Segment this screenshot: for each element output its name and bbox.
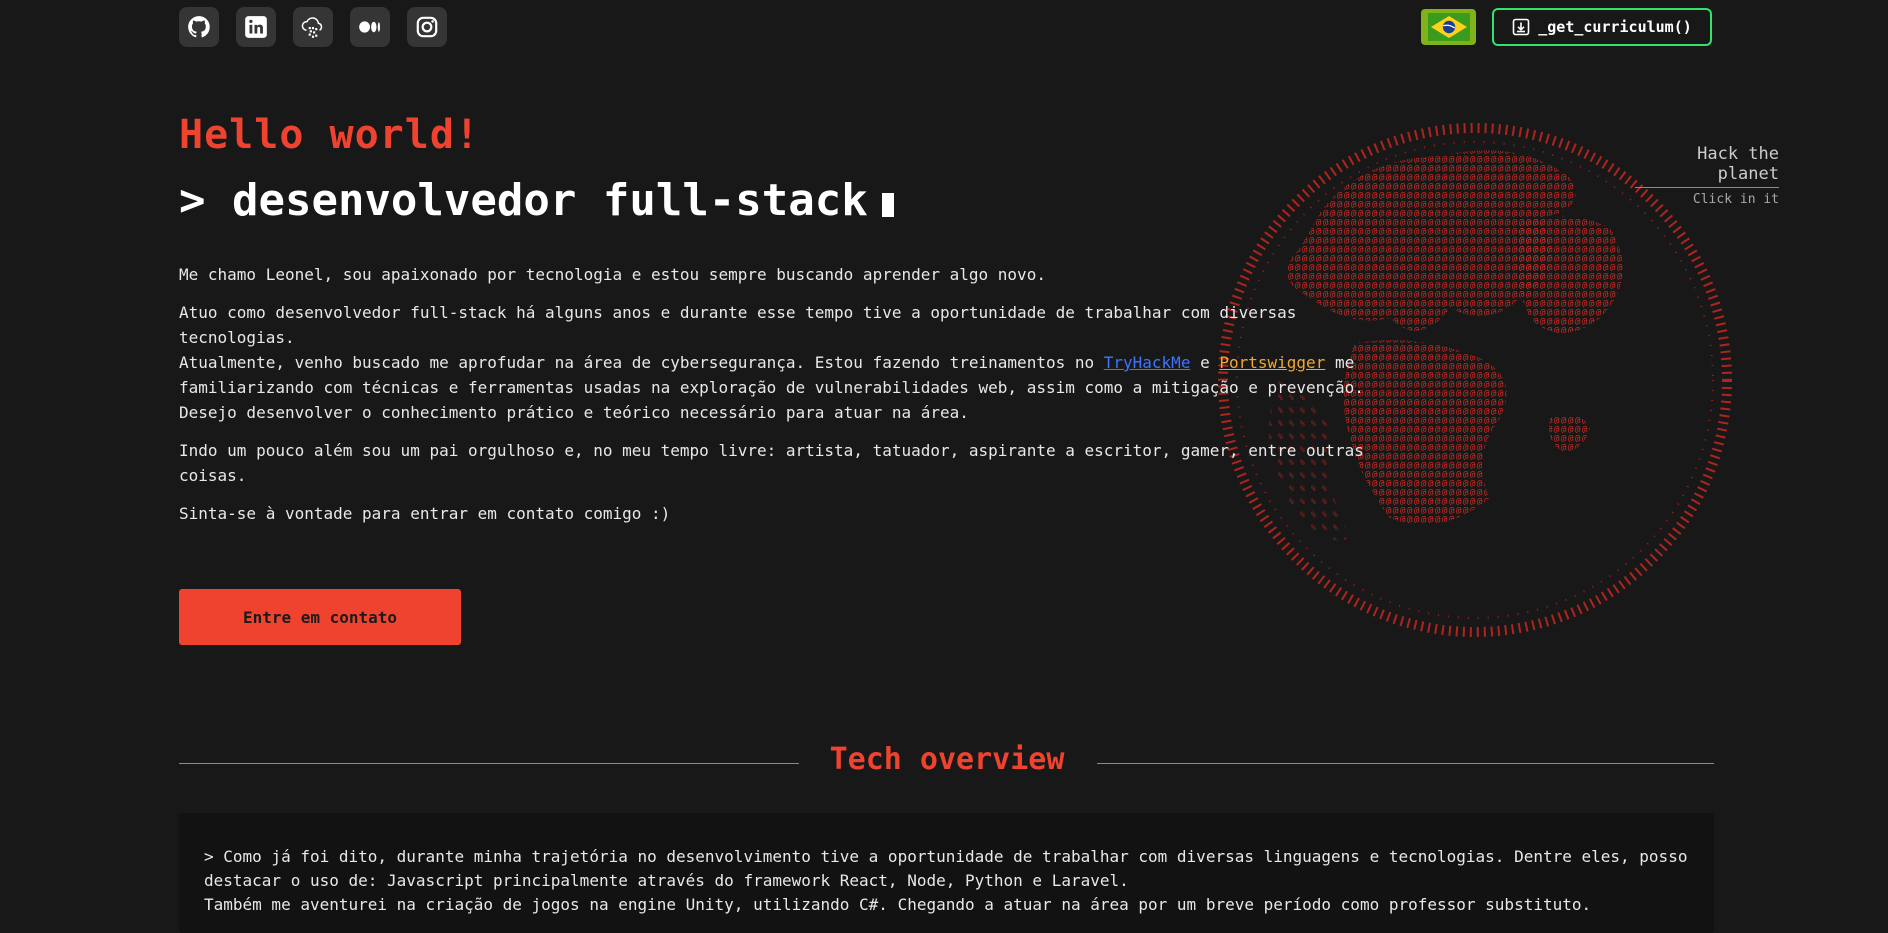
get-curriculum-label: _get_curriculum(): [1538, 18, 1692, 36]
tech-line-2: Também me aventurei na criação de jogos …: [204, 895, 1592, 914]
get-curriculum-button[interactable]: _get_curriculum(): [1492, 8, 1712, 46]
instagram-link[interactable]: [407, 7, 447, 47]
about-paragraph-4: Sinta-se à vontade para entrar em contat…: [179, 504, 671, 523]
about-text-2b-mid: e: [1190, 353, 1220, 372]
github-icon: [188, 16, 210, 38]
about-text-2b-pre: Atualmente, venho buscado me aprofudar n…: [179, 353, 1104, 372]
portswigger-link[interactable]: Portswigger: [1219, 353, 1325, 372]
about-paragraph-2b: Atualmente, venho buscado me aprofudar n…: [179, 350, 1369, 400]
instagram-icon: [416, 16, 438, 38]
tech-overview-heading: Tech overview: [829, 742, 1065, 777]
language-toggle-button[interactable]: [1421, 9, 1476, 45]
cloud-qr-icon: [301, 17, 323, 38]
linkedin-icon: [245, 16, 267, 38]
about-paragraph-1: Me chamo Leonel, sou apaixonado por tecn…: [179, 265, 1046, 284]
download-icon: [1512, 18, 1530, 36]
about-paragraph-2a: Atuo como desenvolvedor full-stack há al…: [179, 303, 1297, 347]
top-bar: _get_curriculum(): [0, 0, 1888, 52]
island-southeast: [1549, 414, 1590, 453]
hack-the-planet[interactable]: Hack the planet Click in it: [1635, 144, 1779, 207]
medium-link[interactable]: [350, 7, 390, 47]
role-heading: > desenvolvedor full-stack: [179, 175, 894, 226]
hack-the-planet-subtitle: Click in it: [1692, 192, 1779, 207]
continent-east: [1516, 216, 1623, 333]
about-paragraph-3: Indo um pouco além sou um pai orgulhoso …: [179, 441, 1364, 485]
tech-line-1: > Como já foi dito, durante minha trajet…: [204, 847, 1688, 890]
contact-button[interactable]: Entre em contato: [179, 589, 461, 645]
about-section: Me chamo Leonel, sou apaixonado por tecn…: [179, 262, 1369, 539]
github-link[interactable]: [179, 7, 219, 47]
hack-the-planet-title[interactable]: Hack the planet: [1635, 144, 1779, 188]
tech-divider-left: [179, 763, 799, 764]
role-text: > desenvolvedor full-stack: [179, 175, 868, 226]
brazil-flag-icon: [1427, 13, 1470, 41]
social-links: [179, 7, 447, 47]
hello-heading: Hello world!: [179, 112, 480, 158]
linkedin-link[interactable]: [236, 7, 276, 47]
tryhackme-link[interactable]: TryHackMe: [1104, 353, 1191, 372]
text-cursor: [881, 193, 894, 217]
cloud-link[interactable]: [293, 7, 333, 47]
tech-overview-text: > Como já foi dito, durante minha trajet…: [204, 845, 1694, 917]
about-paragraph-2c: Desejo desenvolver o conhecimento prátic…: [179, 403, 969, 422]
medium-icon: [359, 21, 380, 33]
tech-divider-right: [1097, 763, 1714, 764]
